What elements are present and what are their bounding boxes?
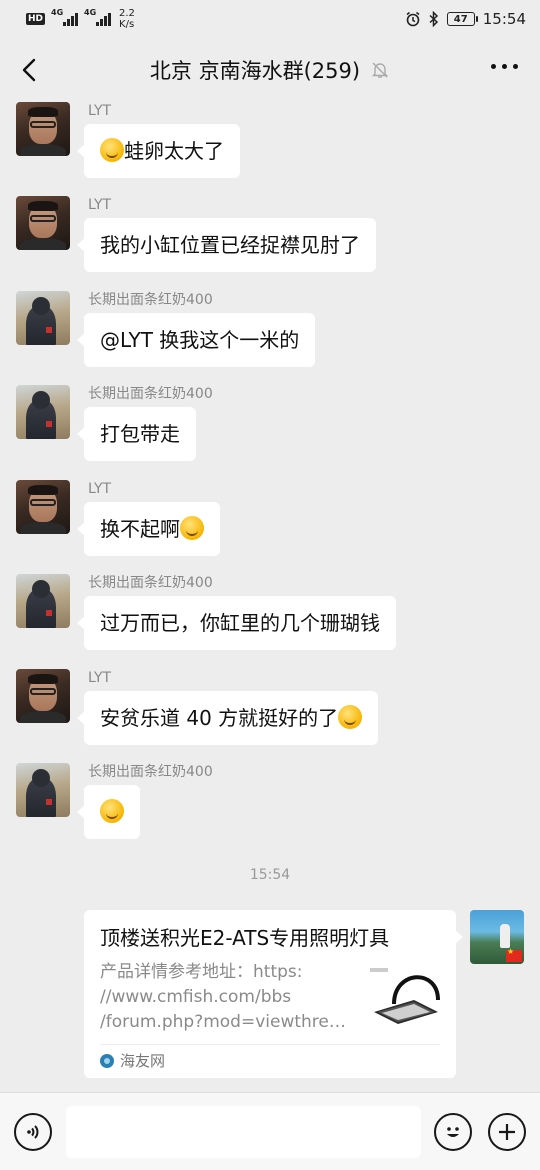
more-functions-button[interactable] (488, 1113, 526, 1151)
source-name: 海友网 (120, 1052, 166, 1070)
message-input[interactable] (66, 1106, 421, 1158)
avatar[interactable] (16, 291, 70, 345)
plus-icon (499, 1124, 515, 1140)
group-name: 北京 京南海水群(259) (149, 59, 361, 83)
message-text: 蛙卵太大了 (124, 139, 224, 163)
signal-icon: 4G (84, 8, 112, 26)
message-text: 换不起啊 (100, 517, 180, 541)
sender-name: LYT (88, 481, 112, 497)
link-card-title: 顶楼送积光E2-ATS专用照明灯具 (100, 926, 390, 950)
message-text: 打包带走 (100, 422, 180, 446)
avatar[interactable] (16, 385, 70, 439)
avatar[interactable] (16, 196, 70, 250)
divider (100, 1044, 440, 1045)
message-bubble[interactable]: @LYT 换我这个一米的 (76, 313, 316, 367)
link-card-source: 海友网 (100, 1050, 165, 1071)
laugh-cry-emoji-icon (338, 705, 363, 729)
message-bubble[interactable]: 过万而已，你缸里的几个珊瑚钱 (77, 596, 396, 650)
avatar[interactable] (16, 102, 70, 156)
chat-messages[interactable]: LYT 蛙卵太大了 LYT 我的小缸位置已经捉襟见肘了 长期出面条红奶400 @… (0, 102, 540, 1092)
signal-icon: 4G (51, 8, 79, 26)
status-left: HD 4G 4G 2.2 K/s (26, 8, 135, 30)
speed-unit: K/s (119, 19, 135, 30)
lamp-thumbnail-image (368, 960, 440, 1032)
link-card-desc-line: 产品详情参考地址：https: (100, 962, 303, 982)
hd-badge: HD (26, 13, 46, 25)
network-speed: 2.2 K/s (119, 8, 135, 30)
laugh-cry-emoji-icon (180, 516, 204, 540)
message-text: @LYT 换我这个一米的 (100, 328, 300, 352)
mute-bell-icon (371, 62, 389, 78)
link-card-desc-line: /forum.php?mod=viewthrea... (100, 1012, 352, 1032)
avatar[interactable] (16, 763, 70, 817)
avatar[interactable] (16, 669, 70, 723)
message-text: 过万而已，你缸里的几个珊瑚钱 (100, 611, 380, 635)
sender-name: LYT (88, 197, 112, 213)
time-divider: 15:54 (249, 867, 291, 883)
sender-name: 长期出面条红奶400 (88, 575, 213, 591)
my-avatar[interactable] (470, 910, 524, 964)
bluetooth-icon (429, 11, 438, 27)
avatar[interactable] (16, 480, 70, 534)
sender-name: LYT (88, 670, 112, 686)
network-type: 4G (84, 8, 97, 17)
sender-name: 长期出面条红奶400 (88, 764, 213, 780)
alarm-icon (406, 11, 420, 27)
back-icon[interactable] (14, 54, 46, 86)
message-bubble[interactable]: 打包带走 (77, 407, 196, 461)
sender-name: 长期出面条红奶400 (88, 386, 213, 402)
thinking-emoji-icon (100, 799, 124, 823)
chat-title: 北京 京南海水群(259) (150, 55, 390, 85)
link-card-description: 产品详情参考地址：https: //www.cmfish.com/bbs /fo… (100, 960, 352, 1035)
link-card-desc-line: //www.cmfish.com/bbs (100, 987, 292, 1007)
message-bubble[interactable]: 我的小缸位置已经捉襟见肘了 (77, 218, 376, 272)
sender-name: LYT (88, 103, 112, 119)
battery-icon: 47 (446, 12, 478, 26)
voice-icon (27, 1125, 39, 1139)
sender-name: 长期出面条红奶400 (88, 292, 213, 308)
status-right: 47 15:54 (405, 10, 526, 28)
message-item-outgoing: 顶楼送积光E2-ATS专用照明灯具 产品详情参考地址：https: //www.… (0, 910, 540, 1080)
smiley-icon (447, 1127, 459, 1137)
message-bubble[interactable] (77, 785, 140, 839)
battery-level: 47 (453, 13, 468, 25)
avatar[interactable] (16, 574, 70, 628)
message-bubble[interactable]: 安贫乐道 40 方就挺好的了 (76, 691, 379, 745)
network-type: 4G (51, 8, 64, 17)
status-time: 15:54 (482, 10, 526, 28)
message-bubble[interactable]: 换不起啊 (77, 502, 220, 556)
message-text: 我的小缸位置已经捉襟见肘了 (100, 233, 360, 257)
chat-header: 北京 京南海水群(259) (0, 38, 540, 102)
status-bar: HD 4G 4G 2.2 K/s 47 15:54 (0, 0, 540, 38)
laugh-cry-emoji-icon (100, 138, 124, 162)
speed-value: 2.2 (119, 8, 135, 19)
voice-input-button[interactable] (14, 1113, 52, 1151)
link-card[interactable]: 顶楼送积光E2-ATS专用照明灯具 产品详情参考地址：https: //www.… (84, 910, 463, 1078)
source-app-icon (100, 1053, 114, 1068)
input-bar (0, 1092, 540, 1170)
message-bubble[interactable]: 蛙卵太大了 (77, 124, 240, 178)
message-text: 安贫乐道 40 方就挺好的了 (100, 706, 339, 730)
more-options-icon[interactable] (491, 64, 518, 69)
emoji-button[interactable] (434, 1113, 472, 1151)
